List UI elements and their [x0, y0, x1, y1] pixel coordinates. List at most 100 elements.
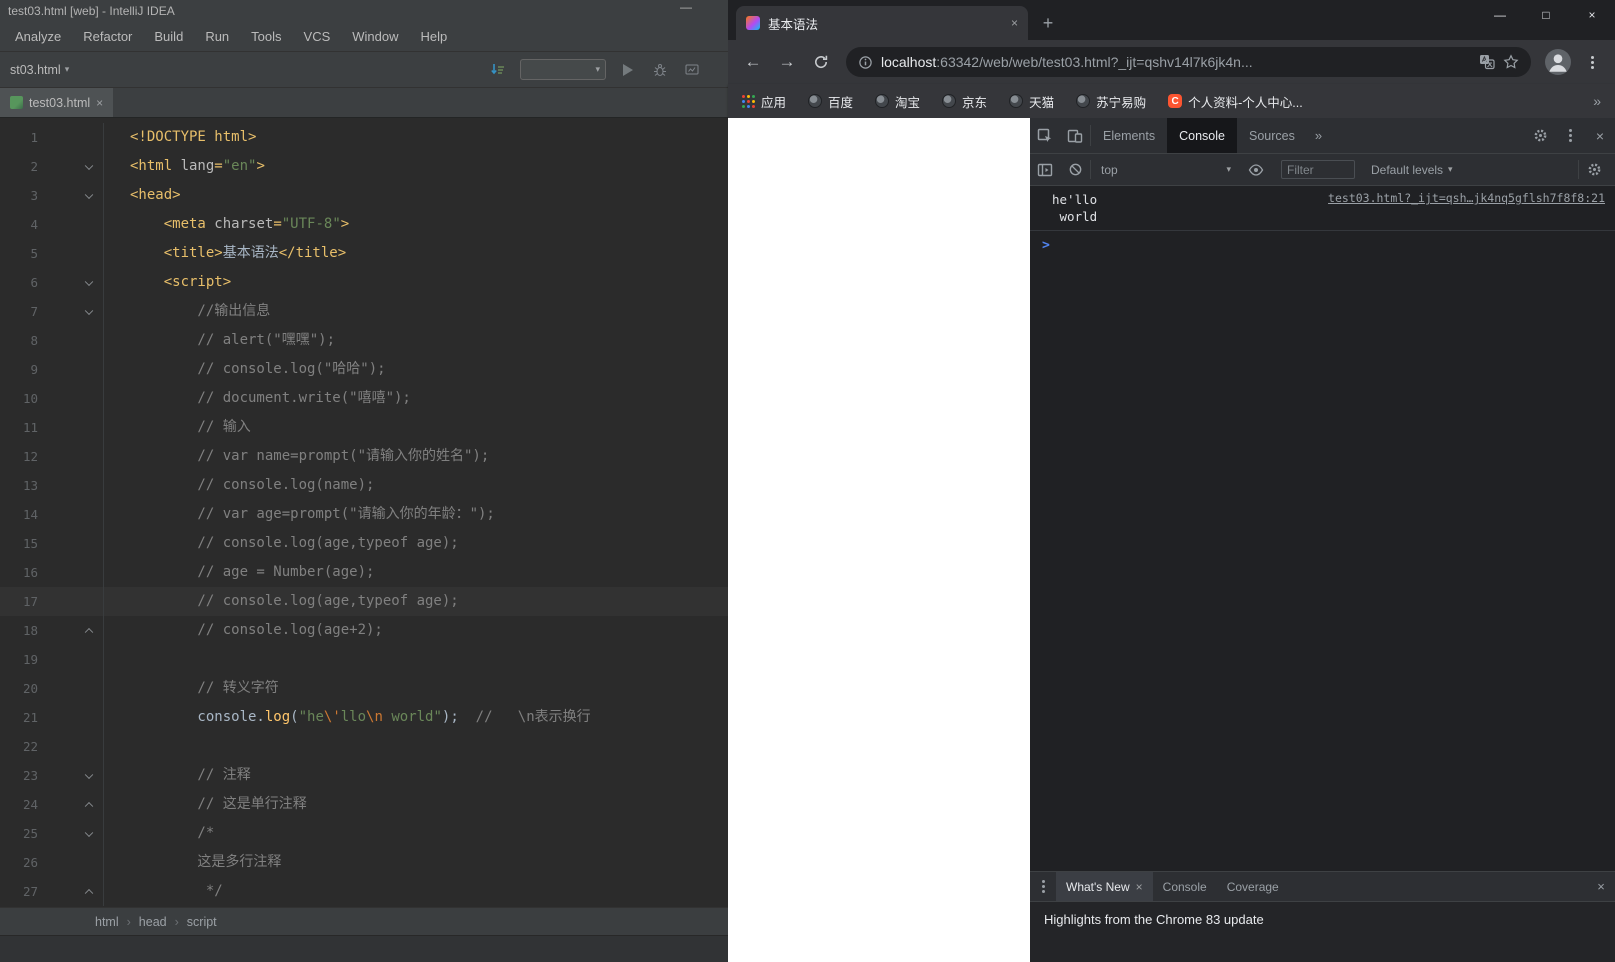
editor-code[interactable]: 1 <!DOCTYPE html> 2 <html lang="en"> 3 <head>…	[0, 118, 728, 907]
bookmark-star-icon[interactable]	[1503, 54, 1519, 70]
menu-build[interactable]: Build	[143, 22, 194, 52]
bookmark-苏宁易购[interactable]: 苏宁易购	[1076, 92, 1146, 111]
reload-icon[interactable]	[806, 47, 836, 77]
code-line[interactable]: 26 这是多行注释	[0, 848, 728, 877]
bookmark-个人资料-个人中心[interactable]: C 个人资料-个人中心...	[1168, 92, 1303, 111]
fold-open-icon[interactable]	[84, 190, 94, 199]
close-icon[interactable]: ×	[1585, 118, 1615, 153]
console-prompt[interactable]: >	[1030, 231, 1615, 253]
code-line[interactable]: 16 // age = Number(age);	[0, 558, 728, 587]
code-line[interactable]: 25 /*	[0, 819, 728, 848]
page-viewport[interactable]	[728, 118, 1030, 962]
code-line[interactable]: 22	[0, 732, 728, 761]
console-source-link[interactable]: test03.html?_ijt=qsh…jk4nq5gflsh7f8f8:21	[1328, 191, 1605, 205]
drawer-menu-icon[interactable]	[1030, 885, 1056, 888]
code-line[interactable]: 12 // var name=prompt("请输入你的姓名");	[0, 442, 728, 471]
forward-icon[interactable]: →	[772, 47, 802, 77]
fold-open-icon[interactable]	[84, 770, 94, 779]
drawer-tab-coverage[interactable]: Coverage	[1217, 872, 1289, 901]
bookmark-京东[interactable]: 京东	[942, 92, 987, 111]
clear-console-icon[interactable]	[1060, 154, 1090, 185]
code-line[interactable]: 20 // 转义字符	[0, 674, 728, 703]
devtools-tab-elements[interactable]: Elements	[1091, 118, 1167, 153]
code-line[interactable]: 8 // alert("嘿嘿");	[0, 326, 728, 355]
code-line[interactable]: 10 // document.write("嘻嘻");	[0, 384, 728, 413]
maximize-icon[interactable]: □	[1523, 0, 1569, 30]
profile-avatar[interactable]	[1545, 49, 1571, 75]
close-icon[interactable]: ×	[1011, 16, 1018, 30]
close-icon[interactable]: ×	[1136, 880, 1143, 894]
filter-input[interactable]	[1281, 160, 1355, 179]
bookmark-天猫[interactable]: 天猫	[1009, 92, 1054, 111]
back-icon[interactable]: ←	[738, 47, 768, 77]
editor-tab-test03[interactable]: test03.html ×	[0, 88, 114, 117]
translate-icon[interactable]	[1479, 54, 1495, 70]
menu-tools[interactable]: Tools	[240, 22, 292, 52]
code-line[interactable]: 3 <head>	[0, 181, 728, 210]
breadcrumb-head[interactable]: head	[139, 915, 167, 929]
fold-close-icon[interactable]	[84, 888, 94, 897]
devtools-tab-console[interactable]: Console	[1167, 118, 1237, 153]
close-icon[interactable]: ×	[1587, 879, 1615, 894]
log-levels-select[interactable]: Default levels ▾	[1365, 163, 1459, 177]
console-sidebar-icon[interactable]	[1030, 154, 1060, 185]
device-toolbar-icon[interactable]	[1060, 118, 1090, 153]
inspect-element-icon[interactable]	[1030, 118, 1060, 153]
fold-open-icon[interactable]	[84, 828, 94, 837]
drawer-tab-what-s-new[interactable]: What's New ×	[1056, 872, 1153, 901]
code-line[interactable]: 11 // 输入	[0, 413, 728, 442]
menu-refactor[interactable]: Refactor	[72, 22, 143, 52]
code-line[interactable]: 9 // console.log("哈哈");	[0, 355, 728, 384]
devtools-menu-icon[interactable]	[1555, 118, 1585, 153]
code-line[interactable]: 18 // console.log(age+2);	[0, 616, 728, 645]
breadcrumb-script[interactable]: script	[187, 915, 217, 929]
code-line[interactable]: 1 <!DOCTYPE html>	[0, 123, 728, 152]
breadcrumb-html[interactable]: html	[95, 915, 119, 929]
sort-columns-icon[interactable]	[486, 58, 510, 82]
code-line[interactable]: 7 //输出信息	[0, 297, 728, 326]
close-icon[interactable]: ×	[96, 96, 103, 110]
code-line[interactable]: 13 // console.log(name);	[0, 471, 728, 500]
code-line[interactable]: 21 console.log("he\'llo\n world"); // \n…	[0, 703, 728, 732]
fold-close-icon[interactable]	[84, 627, 94, 636]
minimize-icon[interactable]: —	[1477, 0, 1523, 30]
menu-run[interactable]: Run	[194, 22, 240, 52]
code-line[interactable]: 5 <title>基本语法</title>	[0, 239, 728, 268]
debug-bug-icon[interactable]	[648, 58, 672, 82]
bookmarks-overflow-icon[interactable]: »	[1593, 93, 1601, 109]
menu-vcs[interactable]: VCS	[293, 22, 342, 52]
code-line[interactable]: 4 <meta charset="UTF-8">	[0, 210, 728, 239]
address-bar[interactable]: localhost:63342/web/web/test03.html?_ijt…	[846, 47, 1531, 77]
info-icon[interactable]	[858, 55, 873, 70]
fold-close-icon[interactable]	[84, 801, 94, 810]
run-config-select[interactable]: ▾	[520, 59, 606, 80]
bookmark-百度[interactable]: 百度	[808, 92, 853, 111]
drawer-tab-console[interactable]: Console	[1153, 872, 1217, 901]
new-tab-button[interactable]: +	[1034, 9, 1062, 37]
browser-tab[interactable]: 基本语法 ×	[736, 6, 1028, 40]
gear-icon[interactable]	[1525, 118, 1555, 153]
minimize-icon[interactable]: —	[680, 0, 692, 14]
fold-open-icon[interactable]	[84, 277, 94, 286]
menu-window[interactable]: Window	[341, 22, 409, 52]
code-line[interactable]: 14 // var age=prompt("请输入你的年龄：");	[0, 500, 728, 529]
code-line[interactable]: 2 <html lang="en">	[0, 152, 728, 181]
context-select[interactable]: top ▾	[1091, 163, 1241, 177]
code-line[interactable]: 6 <script>	[0, 268, 728, 297]
code-line[interactable]: 19	[0, 645, 728, 674]
fold-open-icon[interactable]	[84, 306, 94, 315]
code-line[interactable]: 23 // 注释	[0, 761, 728, 790]
devtools-tab-sources[interactable]: Sources	[1237, 118, 1307, 153]
code-line[interactable]: 17 // console.log(age,typeof age);	[0, 587, 728, 616]
console-settings-gear-icon[interactable]	[1579, 154, 1609, 185]
profiler-icon[interactable]	[680, 58, 704, 82]
bookmark-应用[interactable]: 应用	[742, 92, 786, 111]
menu-analyze[interactable]: Analyze	[4, 22, 72, 52]
code-line[interactable]: 15 // console.log(age,typeof age);	[0, 529, 728, 558]
menu-help[interactable]: Help	[410, 22, 459, 52]
close-icon[interactable]: ×	[1569, 0, 1615, 30]
browser-menu-icon[interactable]	[1579, 60, 1605, 64]
file-breadcrumb[interactable]: st03.html ▾	[4, 63, 75, 77]
run-button[interactable]	[616, 58, 640, 82]
eye-icon[interactable]	[1241, 154, 1271, 185]
